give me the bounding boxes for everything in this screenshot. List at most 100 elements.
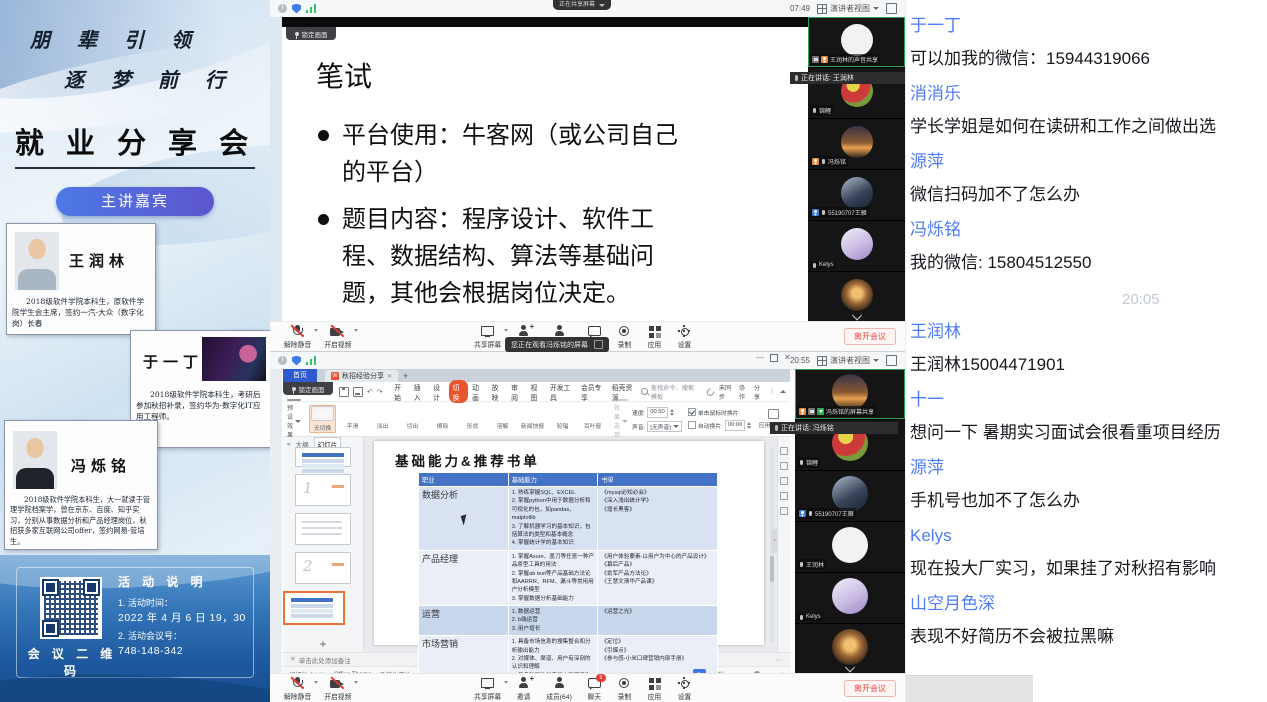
auto-advance-checkbox[interactable] xyxy=(688,421,696,429)
close-tab-icon[interactable]: ✕ xyxy=(387,373,392,380)
participant-tile[interactable]: 王润林 xyxy=(795,522,905,572)
more-options-icon[interactable]: ⋯ xyxy=(776,656,783,664)
shield-icon[interactable] xyxy=(292,356,301,366)
invite-button[interactable]: +邀请 xyxy=(516,677,531,701)
participant-tile[interactable]: 55190707王雁 xyxy=(808,170,905,220)
wps-document-tab[interactable]: W 秋招经验分享 ✕ xyxy=(325,370,398,382)
transition-option[interactable]: 形状 xyxy=(459,405,486,431)
view-mode-button[interactable]: 演讲者视图 xyxy=(817,3,879,14)
chevron-down-icon[interactable] xyxy=(354,329,358,332)
preset-effects-button[interactable]: 预设效果 xyxy=(287,404,301,434)
participant-tile[interactable]: Kelys xyxy=(808,221,905,271)
speed-stepper[interactable] xyxy=(670,409,674,416)
ribbon-tab[interactable]: 插入 xyxy=(410,380,428,403)
speed-input[interactable]: 00.50 xyxy=(647,407,668,418)
pin-view-tab[interactable]: 锁定画面 xyxy=(286,27,336,40)
chevron-down-icon[interactable] xyxy=(852,311,862,321)
collapse-ribbon-icon[interactable] xyxy=(780,390,786,393)
ribbon-tab[interactable]: 动画 xyxy=(469,380,487,403)
fullscreen-icon[interactable] xyxy=(886,355,897,366)
ribbon-tab[interactable]: 开始 xyxy=(391,380,409,403)
participant-tile[interactable]: Kelys xyxy=(795,573,905,623)
transition-option[interactable]: 平滑 xyxy=(339,405,366,431)
transition-option[interactable]: 无切换 xyxy=(309,405,336,433)
transition-option[interactable]: 切出 xyxy=(399,405,426,431)
command-search[interactable]: 查找命令、搜索模板 xyxy=(641,383,700,401)
effect-options-button[interactable]: 效果选项 xyxy=(614,404,628,434)
print-icon[interactable] xyxy=(353,387,363,397)
mute-button[interactable]: 解除静音 xyxy=(284,325,311,349)
share-screen-button[interactable]: 共享屏幕 xyxy=(474,677,501,701)
info-icon[interactable]: i xyxy=(278,4,287,13)
network-signal-icon[interactable] xyxy=(306,4,316,13)
pin-view-tab[interactable]: 锁定画面 xyxy=(283,382,333,395)
members-button[interactable]: 成员(64) xyxy=(546,677,572,701)
info-icon[interactable]: i xyxy=(278,356,287,365)
participant-tile[interactable]: 冯烁铭 xyxy=(808,119,905,169)
redo-icon[interactable]: ↷ xyxy=(377,388,383,396)
ribbon-tab[interactable]: 切换 xyxy=(449,380,467,403)
panel-icon[interactable] xyxy=(780,447,788,455)
panel-icon[interactable] xyxy=(780,477,788,485)
slide-thumbnail[interactable]: 2 xyxy=(295,552,351,584)
ribbon-tab[interactable]: 放映 xyxy=(488,380,506,403)
record-button[interactable]: 录制 xyxy=(617,677,632,701)
fullscreen-icon[interactable] xyxy=(886,3,897,14)
settings-button[interactable]: 设置 xyxy=(677,325,692,349)
view-mode-button[interactable]: 演讲者视图 xyxy=(817,355,879,366)
mute-button[interactable]: 解除静音 xyxy=(284,677,311,701)
settings-button[interactable]: 设置 xyxy=(677,677,692,701)
leave-meeting-button[interactable]: 离开会议 xyxy=(844,328,896,345)
collaborate-button[interactable]: 协作 xyxy=(739,383,749,401)
close-button[interactable]: ✕ xyxy=(784,353,791,362)
chat-input-stub[interactable] xyxy=(906,675,1033,702)
apps-button[interactable]: 应用 xyxy=(647,677,662,701)
transition-option[interactable]: 溶解 xyxy=(489,405,516,431)
sound-select[interactable]: [无声音] xyxy=(647,421,682,432)
transition-option[interactable]: 新闻快报 xyxy=(519,405,546,431)
slide-thumbnail[interactable] xyxy=(295,447,351,467)
panel-icon[interactable] xyxy=(780,462,788,470)
apps-button[interactable]: 应用 xyxy=(647,325,662,349)
participant-tile[interactable] xyxy=(795,624,905,674)
record-button[interactable]: 录制 xyxy=(617,325,632,349)
minimize-button[interactable]: — xyxy=(756,353,764,362)
panel-icon[interactable] xyxy=(780,507,788,515)
participant-tile[interactable] xyxy=(808,272,905,322)
mouse-click-checkbox[interactable] xyxy=(688,408,696,416)
maximize-button[interactable] xyxy=(770,354,778,362)
add-slide-button[interactable]: + xyxy=(283,637,363,651)
ribbon-tab[interactable]: 会员专享 xyxy=(577,380,607,403)
undo-icon[interactable]: ↶ xyxy=(367,388,373,396)
shield-icon[interactable] xyxy=(292,4,301,14)
ribbon-tab[interactable]: 设计 xyxy=(430,380,448,403)
ribbon-tab[interactable]: 视图 xyxy=(527,380,545,403)
chat-button[interactable]: 9聊天 xyxy=(587,677,602,701)
ribbon-tab[interactable]: 开发工具 xyxy=(547,380,577,403)
transition-option[interactable]: 百叶窗 xyxy=(579,405,606,431)
chevron-down-icon[interactable] xyxy=(314,681,318,684)
transition-option[interactable]: 轮辐 xyxy=(549,405,576,431)
chevron-down-icon[interactable] xyxy=(354,681,358,684)
more-menu-icon[interactable]: ⋮ xyxy=(769,388,775,395)
exit-fullscreen-icon[interactable] xyxy=(594,340,603,349)
wps-home-tab[interactable]: 首页 xyxy=(283,369,317,382)
camera-button[interactable]: 开启视频 xyxy=(324,325,351,349)
participant-tile[interactable]: 王润林的声音共享 xyxy=(808,17,905,67)
slide-thumbnail[interactable] xyxy=(283,591,345,625)
participant-tile[interactable]: 冯烁铭的屏幕共享 xyxy=(795,369,905,419)
panel-icon[interactable] xyxy=(780,492,788,500)
save-icon[interactable] xyxy=(339,387,349,397)
auto-advance-time[interactable]: 00:00 xyxy=(725,420,746,431)
network-signal-icon[interactable] xyxy=(306,356,316,365)
share-button[interactable]: 分享 xyxy=(754,383,764,401)
leave-meeting-button[interactable]: 离开会议 xyxy=(844,680,896,697)
ribbon-tab[interactable]: 审阅 xyxy=(508,380,526,403)
transition-option[interactable]: 淡出 xyxy=(369,405,396,431)
share-screen-button[interactable]: 共享屏幕 xyxy=(474,325,501,349)
panel-collapse-handle[interactable]: ‹ xyxy=(771,529,778,553)
chevron-down-icon[interactable] xyxy=(504,681,508,684)
share-banner[interactable]: 正在共享屏幕 xyxy=(553,0,611,10)
slide-thumbnail[interactable] xyxy=(295,513,351,545)
participant-tile[interactable]: 55190707王雁 xyxy=(795,471,905,521)
